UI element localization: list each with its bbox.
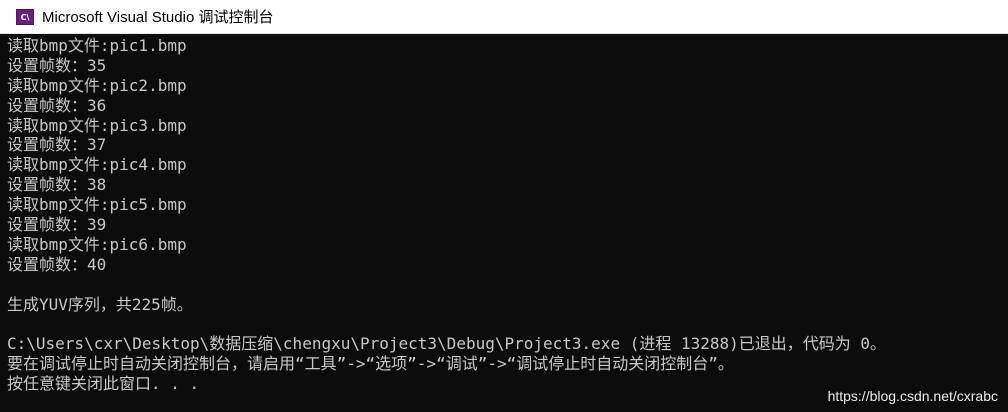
console-line: 设置帧数：36 bbox=[7, 95, 107, 115]
watermark: https://blog.csdn.net/cxrabc bbox=[827, 388, 998, 404]
console-line: 读取bmp文件:pic6.bmp bbox=[7, 234, 187, 254]
title-bar[interactable]: C\ Microsoft Visual Studio 调试控制台 bbox=[0, 0, 1008, 34]
console-line: 设置帧数：39 bbox=[7, 215, 107, 235]
console-output[interactable]: 读取bmp文件:pic1.bmp 设置帧数：35 读取bmp文件:pic2.bm… bbox=[0, 34, 1008, 412]
console-line: 读取bmp文件:pic5.bmp bbox=[7, 195, 187, 215]
console-line: 读取bmp文件:pic4.bmp bbox=[7, 155, 187, 175]
console-line: 生成YUV序列，共225帧。 bbox=[7, 294, 193, 314]
console-line: 设置帧数：35 bbox=[7, 55, 107, 75]
console-line: 要在调试停止时自动关闭控制台，请启用“工具”->“选项”->“调试”->“调试停… bbox=[7, 354, 734, 374]
console-line: C:\Users\cxr\Desktop\数据压缩\chengxu\Projec… bbox=[7, 334, 887, 354]
console-line: 设置帧数：37 bbox=[7, 135, 107, 155]
console-line: 读取bmp文件:pic3.bmp bbox=[7, 115, 187, 135]
console-window: C\ Microsoft Visual Studio 调试控制台 读取bmp文件… bbox=[0, 0, 1008, 412]
window-title: Microsoft Visual Studio 调试控制台 bbox=[42, 9, 274, 26]
console-line: 读取bmp文件:pic1.bmp bbox=[7, 36, 187, 55]
console-line: 读取bmp文件:pic2.bmp bbox=[7, 75, 187, 95]
visual-studio-icon: C\ bbox=[16, 8, 34, 25]
console-line: 设置帧数：38 bbox=[7, 175, 107, 195]
console-line: 设置帧数：40 bbox=[7, 254, 107, 274]
